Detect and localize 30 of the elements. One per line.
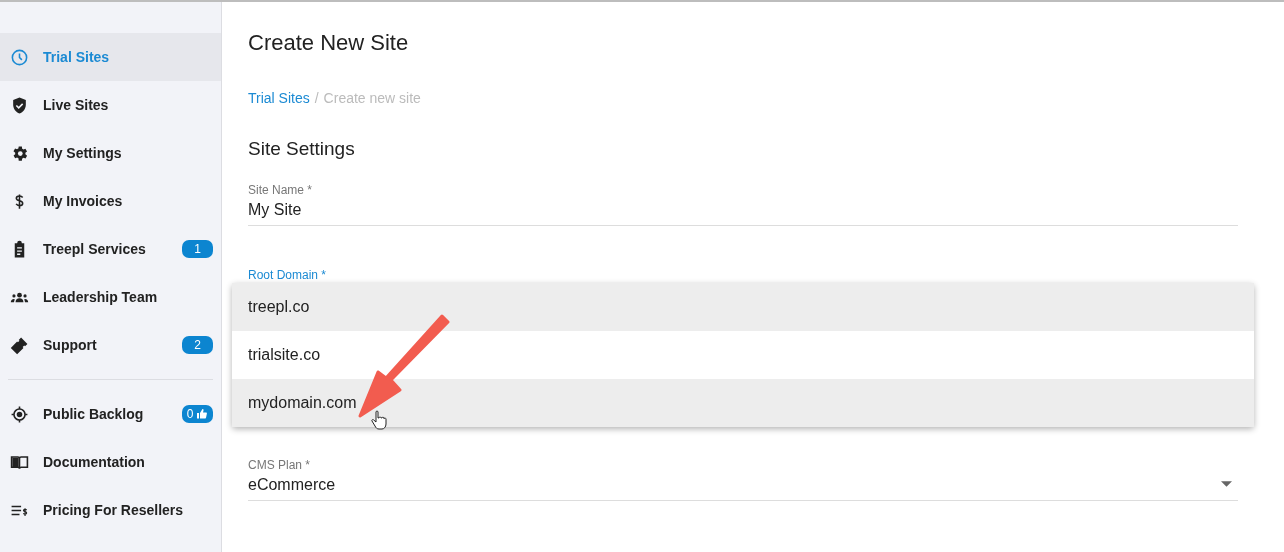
count-badge: 1: [182, 240, 213, 258]
sidebar-item[interactable]: My Settings: [0, 129, 221, 177]
breadcrumb-link[interactable]: Trial Sites: [248, 90, 310, 106]
site-name-field[interactable]: Site Name * My Site: [248, 183, 1238, 226]
target-icon: [10, 404, 29, 424]
dropdown-option[interactable]: treepl.co: [232, 283, 1254, 331]
hand-cursor-icon: [371, 410, 387, 430]
count-badge: 2: [182, 336, 213, 354]
sidebar-item[interactable]: Documentation: [0, 438, 221, 486]
sidebar-item[interactable]: Live Sites: [0, 81, 221, 129]
caret-icon: [1221, 481, 1232, 487]
shield-check-icon: [10, 95, 29, 115]
dropdown-option[interactable]: mydomain.com: [232, 379, 1254, 427]
cms-plan-select[interactable]: CMS Plan * eCommerce: [248, 458, 1238, 501]
sidebar-item[interactable]: Public Backlog 0: [0, 390, 221, 438]
breadcrumb-current: Create new site: [323, 90, 421, 106]
section-title: Site Settings: [248, 138, 356, 160]
page-title: Create New Site: [248, 30, 410, 56]
sidebar-item[interactable]: My Invoices: [0, 177, 221, 225]
sidebar-item[interactable]: Treepl Services 1: [0, 225, 221, 273]
dropdown-option[interactable]: trialsite.co: [232, 331, 1254, 379]
field-label: Root Domain *: [248, 268, 328, 282]
sidebar-item[interactable]: Support 2: [0, 321, 221, 369]
ticket-icon: [10, 335, 29, 355]
clock-icon: [10, 47, 29, 67]
count-badge: 0: [182, 405, 213, 423]
sidebar-item[interactable]: Leadership Team: [0, 273, 221, 321]
sidebar-item[interactable]: Pricing For Resellers: [0, 486, 221, 534]
breadcrumb-separator: /: [314, 90, 319, 106]
thumbs-up-icon: [196, 408, 209, 420]
